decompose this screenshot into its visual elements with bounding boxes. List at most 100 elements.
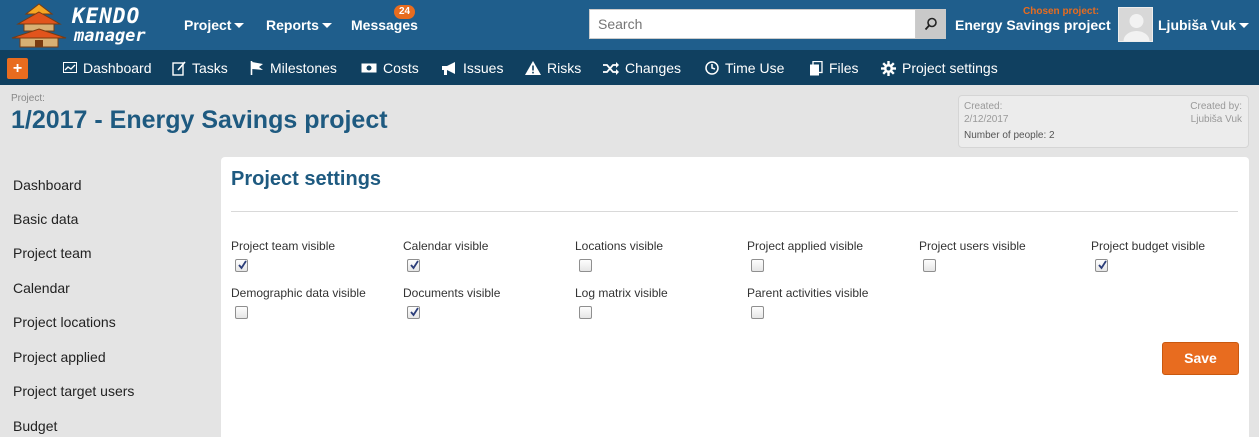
checkbox-project-team-visible[interactable]: [235, 259, 248, 272]
checkbox-demographic-data-visible[interactable]: [235, 306, 248, 319]
option-label: Parent activities visible: [747, 286, 869, 300]
checkbox-project-applied-visible[interactable]: [751, 259, 764, 272]
sidebar-item-project-team[interactable]: Project team: [13, 245, 92, 261]
project-label: Project:: [11, 93, 45, 104]
toolbar-costs-label: Costs: [383, 60, 419, 76]
created-label: Created:: [964, 101, 1003, 112]
menu-project-label: Project: [184, 17, 232, 33]
sidebar-item-basic-data[interactable]: Basic data: [13, 211, 78, 227]
chevron-down-icon: [234, 23, 245, 28]
people-count: Number of people: 2: [964, 130, 1055, 141]
toolbar-tasks[interactable]: Tasks: [172, 60, 228, 76]
flag-icon: [250, 61, 263, 75]
checkbox-locations-visible[interactable]: [579, 259, 592, 272]
toolbar-project-settings[interactable]: Project settings: [881, 60, 998, 76]
user-name-label: Ljubiša Vuk: [1158, 17, 1237, 33]
checkmark-icon: [410, 307, 419, 317]
chevron-down-icon: [321, 23, 332, 28]
option-label: Calendar visible: [403, 239, 489, 253]
logo-text-manager: manager: [74, 26, 146, 46]
dashboard-icon: [63, 62, 77, 73]
clock-icon: [705, 61, 719, 75]
chosen-project-name[interactable]: Energy Savings project: [955, 17, 1111, 33]
sidebar-item-budget[interactable]: Budget: [13, 418, 57, 434]
megaphone-icon: [442, 61, 455, 75]
files-icon: [810, 60, 823, 75]
sidebar-item-project-locations[interactable]: Project locations: [13, 314, 116, 330]
checkmark-icon: [238, 260, 247, 270]
save-button[interactable]: Save: [1162, 342, 1239, 375]
checkbox-project-users-visible[interactable]: [923, 259, 936, 272]
toolbar-tasks-label: Tasks: [192, 60, 228, 76]
menu-reports-label: Reports: [266, 17, 319, 33]
toolbar-costs[interactable]: Costs: [361, 60, 419, 76]
toolbar-time-use-label: Time Use: [725, 60, 785, 76]
option-label: Project budget visible: [1091, 239, 1206, 253]
option-label: Demographic data visible: [231, 286, 366, 300]
toolbar-dashboard[interactable]: Dashboard: [63, 60, 152, 76]
search-button[interactable]: [916, 9, 946, 39]
option-label: Log matrix visible: [575, 286, 668, 300]
toolbar-changes-label: Changes: [625, 60, 682, 76]
chosen-project-label: Chosen project:: [1023, 6, 1100, 17]
option-label: Project applied visible: [747, 239, 864, 253]
checkbox-parent-activities-visible[interactable]: [751, 306, 764, 319]
chevron-down-icon: [1239, 23, 1250, 28]
settings-panel: Project settings Project team visible Ca…: [221, 157, 1249, 437]
pagoda-logo-icon: [11, 3, 67, 48]
created-value: 2/12/2017: [964, 114, 1009, 125]
tasks-icon: [172, 60, 186, 76]
divider: [231, 211, 1238, 212]
messages-count-badge: 24: [394, 5, 416, 19]
toolbar-issues[interactable]: Issues: [441, 60, 503, 76]
toolbar-issues-label: Issues: [463, 60, 504, 76]
toolbar-risks[interactable]: Risks: [525, 60, 581, 76]
menu-project[interactable]: Project: [184, 17, 245, 33]
logo-text-kendo: KENDO: [72, 4, 141, 28]
checkbox-log-matrix-visible[interactable]: [579, 306, 592, 319]
kendo-manager-logo[interactable]: KENDO manager: [8, 2, 160, 48]
money-icon: [361, 63, 377, 73]
option-label: Project team visible: [231, 239, 336, 253]
checkbox-calendar-visible[interactable]: [407, 259, 420, 272]
sidebar-item-project-target-users[interactable]: Project target users: [13, 383, 134, 399]
toolbar-milestones-label: Milestones: [270, 60, 337, 76]
add-button[interactable]: +: [7, 58, 28, 79]
option-label: Locations visible: [575, 239, 664, 253]
created-by-label: Created by:: [1190, 101, 1242, 112]
toolbar-dashboard-label: Dashboard: [83, 60, 152, 76]
gear-icon: [881, 60, 896, 76]
menu-messages-label: Messages: [351, 17, 418, 33]
toolbar-project-settings-label: Project settings: [902, 60, 998, 76]
warning-icon: [525, 61, 541, 75]
checkbox-documents-visible[interactable]: [407, 306, 420, 319]
toolbar-risks-label: Risks: [547, 60, 582, 76]
option-label: Project users visible: [919, 239, 1026, 253]
shuffle-icon: [603, 61, 619, 75]
top-bar: KENDO manager Project Reports Messages 2…: [0, 0, 1259, 50]
avatar[interactable]: [1118, 7, 1153, 42]
checkmark-icon: [1098, 260, 1107, 270]
toolbar-files-label: Files: [829, 60, 859, 76]
checkmark-icon: [410, 260, 419, 270]
toolbar-milestones[interactable]: Milestones: [250, 60, 337, 76]
menu-messages[interactable]: Messages: [351, 17, 418, 33]
toolbar-changes[interactable]: Changes: [603, 60, 681, 76]
checkbox-project-budget-visible[interactable]: [1095, 259, 1108, 272]
search-input[interactable]: [589, 9, 916, 39]
option-label: Documents visible: [403, 286, 501, 300]
search-icon: [924, 17, 937, 31]
user-menu[interactable]: Ljubiša Vuk: [1158, 17, 1250, 33]
settings-title: Project settings: [231, 168, 382, 190]
toolbar-time-use[interactable]: Time Use: [705, 60, 784, 76]
user-avatar-icon: [1123, 14, 1150, 41]
sidebar-item-calendar[interactable]: Calendar: [13, 280, 70, 296]
menu-reports[interactable]: Reports: [266, 17, 332, 33]
project-info-box: Created: 2/12/2017 Created by: Ljubiša V…: [958, 95, 1249, 148]
sidebar-item-project-applied[interactable]: Project applied: [13, 349, 106, 365]
sidebar-item-dashboard[interactable]: Dashboard: [13, 177, 82, 193]
page-title: 1/2017 - Energy Savings project: [11, 106, 388, 134]
toolbar-files[interactable]: Files: [809, 60, 859, 76]
project-toolbar: + Dashboard Tasks Milestones Costs Issue…: [0, 50, 1259, 85]
created-by-value: Ljubiša Vuk: [1190, 114, 1242, 125]
